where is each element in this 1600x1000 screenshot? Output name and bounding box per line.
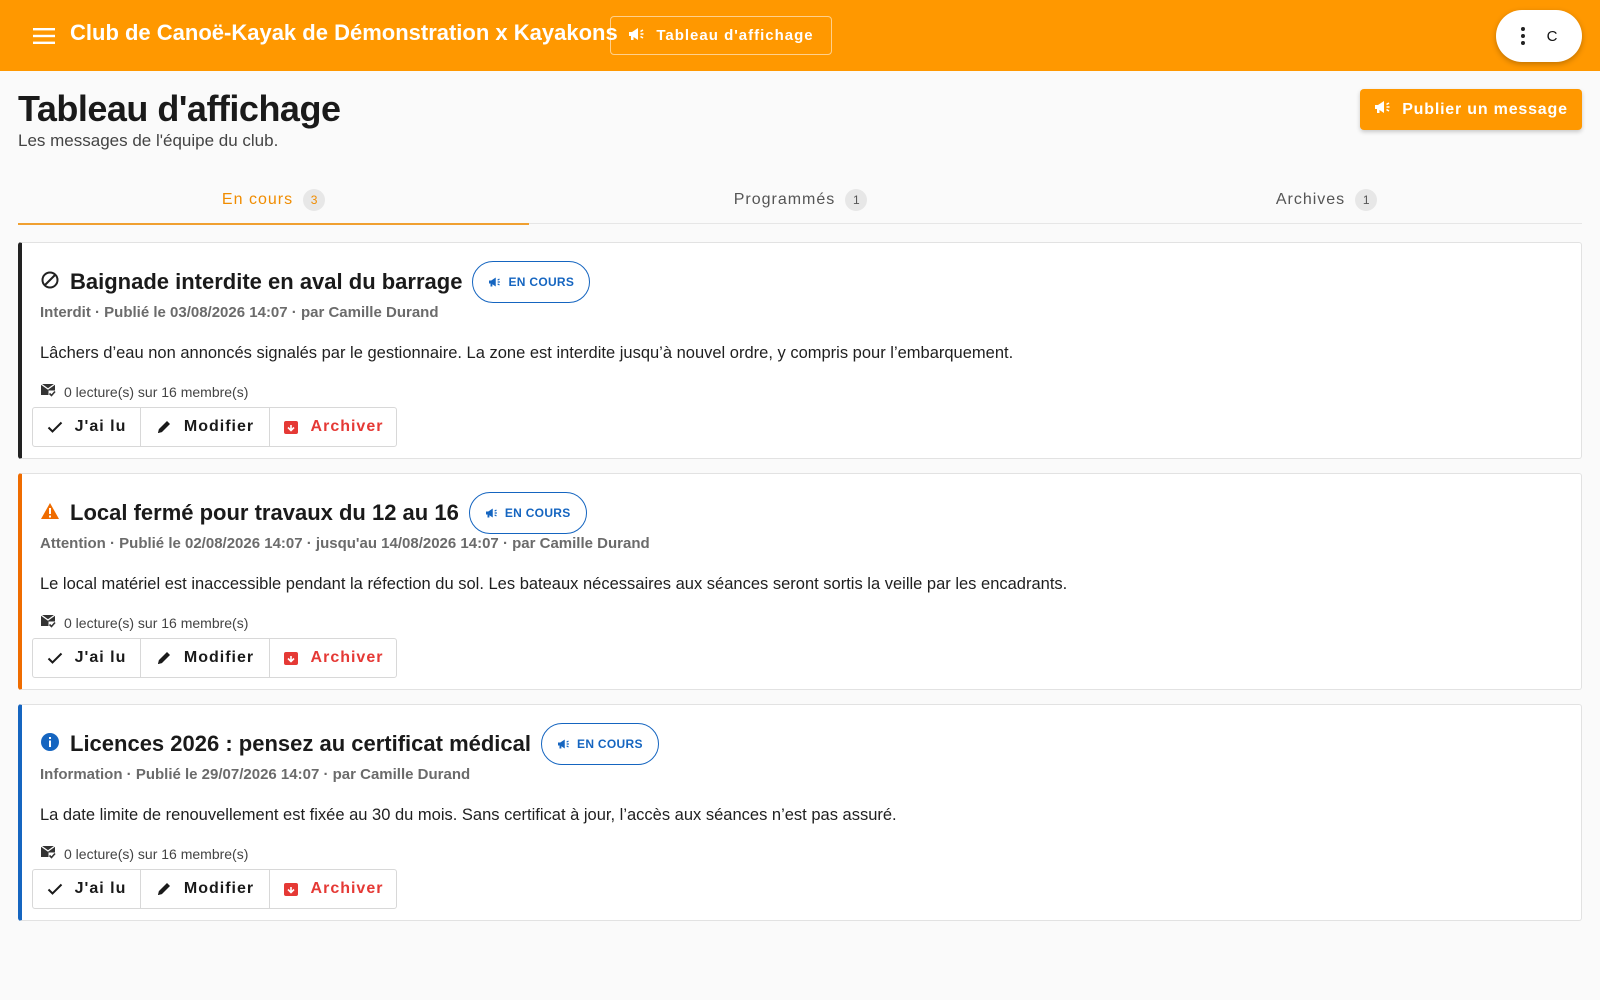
pencil-icon: [157, 652, 170, 664]
edit-label: Modifier: [183, 649, 255, 666]
edit-button[interactable]: Modifier: [140, 407, 270, 447]
check-icon: [47, 883, 62, 895]
tab-archives[interactable]: Archives 1: [1071, 176, 1582, 224]
status-badge-label: EN COURS: [577, 737, 643, 751]
message-title: Baignade interdite en aval du barrage: [70, 269, 463, 294]
more-vert-icon: [1520, 27, 1525, 45]
message-meta: Interdit · Publié le 03/08/2026 14:07 · …: [40, 304, 439, 321]
publish-label: Publier un message: [1402, 100, 1568, 118]
status-badge-label: EN COURS: [508, 275, 575, 289]
message-body: La date limite de renouvellement est fix…: [40, 806, 897, 824]
info-icon: [40, 732, 60, 757]
tab-count-badge: 1: [845, 189, 868, 211]
edit-label: Modifier: [183, 418, 255, 435]
message-card: Baignade interdite en aval du barrage EN…: [18, 242, 1582, 459]
top-app-bar: Club de Canoë-Kayak de Démonstration x K…: [0, 0, 1600, 71]
pencil-icon: [157, 421, 170, 433]
message-meta: Attention · Publié le 02/08/2026 14:07 ·…: [40, 535, 650, 552]
read-count: 0 lecture(s) sur 16 membre(s): [64, 383, 249, 400]
mark-read-label: J'ai lu: [74, 418, 127, 435]
tab-programmes[interactable]: Programmés 1: [545, 176, 1056, 224]
archive-button[interactable]: Archiver: [269, 407, 397, 447]
archive-icon: [283, 883, 298, 896]
status-badge: EN COURS: [468, 492, 587, 534]
status-badge-label: EN COURS: [504, 506, 571, 520]
megaphone-icon: [558, 739, 569, 749]
mark-email-read-icon: [40, 614, 56, 631]
tab-label: En cours: [221, 191, 294, 208]
check-icon: [47, 652, 62, 664]
status-badge: EN COURS: [472, 261, 591, 303]
mark-read-label: J'ai lu: [74, 649, 127, 666]
megaphone-icon: [1374, 99, 1392, 120]
mark-read-button[interactable]: J'ai lu: [32, 407, 141, 447]
read-count: 0 lecture(s) sur 16 membre(s): [64, 614, 249, 631]
publish-message-button[interactable]: Publier un message: [1360, 89, 1582, 130]
edit-label: Modifier: [183, 880, 255, 897]
mark-read-button[interactable]: J'ai lu: [32, 869, 141, 909]
status-badge: EN COURS: [541, 723, 659, 765]
archive-label: Archiver: [310, 418, 384, 435]
message-tabs: En cours 3 Programmés 1 Archives 1: [18, 176, 1582, 225]
avatar-initial: C: [1546, 27, 1558, 45]
tab-count-badge: 1: [1355, 189, 1378, 211]
mark-read-label: J'ai lu: [74, 880, 127, 897]
message-title: Local fermé pour travaux du 12 au 16: [70, 500, 459, 525]
page-subtitle: Les messages de l'équipe du club.: [18, 131, 279, 150]
bulletin-board-nav-button[interactable]: Tableau d'affichage: [610, 16, 832, 55]
archive-label: Archiver: [310, 880, 384, 897]
mark-read-button[interactable]: J'ai lu: [32, 638, 141, 678]
archive-icon: [283, 421, 298, 434]
megaphone-icon: [485, 508, 497, 518]
warning-icon: [40, 502, 60, 525]
tab-count-badge: 3: [303, 189, 326, 211]
nav-label: Tableau d'affichage: [656, 27, 814, 44]
menu-icon[interactable]: [30, 22, 58, 50]
message-title: Licences 2026 : pensez au certificat méd…: [70, 731, 532, 756]
pencil-icon: [157, 883, 170, 895]
message-meta: Information · Publié le 29/07/2026 14:07…: [40, 766, 471, 783]
message-card: Local fermé pour travaux du 12 au 16 EN …: [18, 473, 1582, 690]
megaphone-icon: [628, 26, 646, 46]
tab-label: Programmés: [733, 191, 836, 208]
tab-en-cours[interactable]: En cours 3: [18, 176, 529, 225]
megaphone-icon: [489, 277, 501, 287]
check-icon: [47, 421, 62, 433]
tab-label: Archives: [1275, 191, 1346, 208]
forbidden-icon: [40, 270, 60, 295]
edit-button[interactable]: Modifier: [140, 638, 270, 678]
read-count: 0 lecture(s) sur 16 membre(s): [64, 845, 249, 862]
page-title: Tableau d'affichage: [18, 88, 341, 129]
app-title: Club de Canoë-Kayak de Démonstration x K…: [70, 20, 618, 45]
mark-email-read-icon: [40, 383, 56, 400]
message-body: Lâchers d’eau non annoncés signalés par …: [40, 344, 1014, 362]
archive-label: Archiver: [310, 649, 384, 666]
archive-icon: [283, 652, 298, 665]
edit-button[interactable]: Modifier: [140, 869, 270, 909]
account-menu-button[interactable]: C: [1496, 10, 1582, 62]
archive-button[interactable]: Archiver: [269, 638, 397, 678]
archive-button[interactable]: Archiver: [269, 869, 397, 909]
mark-email-read-icon: [40, 845, 56, 862]
message-body: Le local matériel est inaccessible penda…: [40, 575, 1068, 593]
message-card: Licences 2026 : pensez au certificat méd…: [18, 704, 1582, 921]
